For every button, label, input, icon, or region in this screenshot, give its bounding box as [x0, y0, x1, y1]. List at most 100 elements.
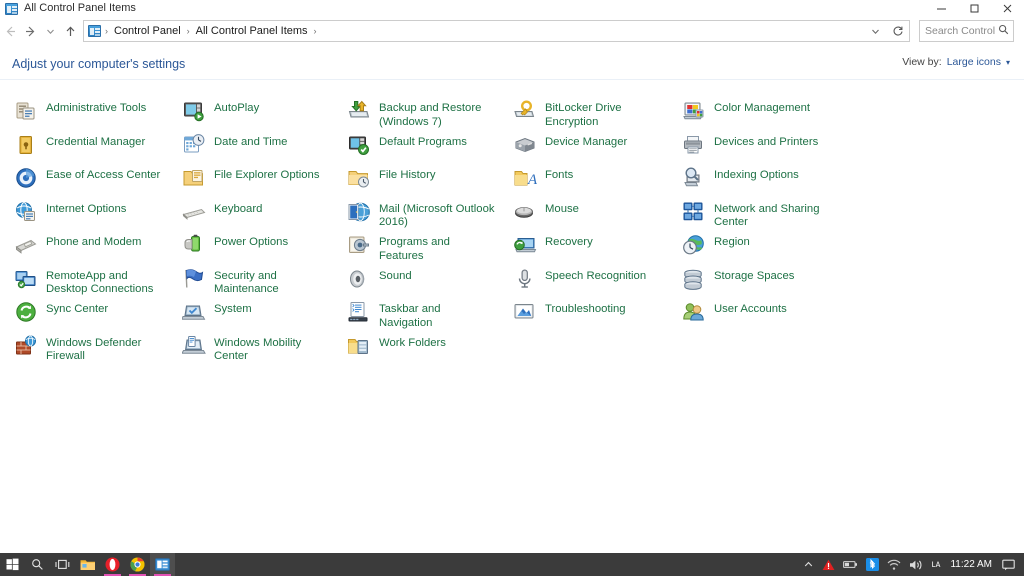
address-bar[interactable]: › Control Panel › All Control Panel Item… — [83, 20, 887, 42]
control-panel-item-ease-of-access-center[interactable]: Ease of Access Center — [0, 167, 170, 201]
wifi-icon[interactable] — [883, 553, 905, 576]
breadcrumb-control-panel[interactable]: Control Panel — [112, 21, 183, 41]
default-programs-icon — [347, 133, 371, 157]
control-panel-item-label: Mouse — [545, 202, 579, 215]
tray-overflow-button[interactable] — [799, 553, 818, 576]
troubleshooting-icon — [513, 300, 537, 324]
control-panel-item-security-and-maintenance[interactable]: Security and Maintenance — [168, 268, 338, 302]
control-panel-item-autoplay[interactable]: AutoPlay — [168, 100, 338, 134]
control-panel-item-power-options[interactable]: Power Options — [168, 234, 338, 268]
control-panel-item-taskbar-and-navigation[interactable]: Taskbar and Navigation — [333, 301, 503, 335]
control-panel-item-label: Indexing Options — [714, 169, 799, 181]
control-panel-item-system[interactable]: System — [168, 301, 338, 335]
control-panel-item-remoteapp-and-desktop-connections[interactable]: RemoteApp and Desktop Connections — [0, 268, 170, 302]
control-panel-item-label: Storage Spaces — [714, 269, 795, 282]
chevron-down-icon[interactable]: ▾ — [1006, 58, 1010, 67]
keyboard-icon — [182, 200, 206, 224]
file-explorer-options-icon — [182, 166, 206, 190]
breadcrumb-all-control-panel-items[interactable]: All Control Panel Items — [194, 21, 310, 41]
control-panel-item-programs-and-features[interactable]: Programs and Features — [333, 234, 503, 268]
control-panel-item-backup-and-restore-windows-7[interactable]: Backup and Restore (Windows 7) — [333, 100, 503, 134]
refresh-button[interactable] — [886, 20, 910, 42]
clock[interactable]: 11:22 AM — [944, 553, 998, 576]
control-panel-item-label: Work Folders — [379, 336, 446, 349]
control-panel-item-file-history[interactable]: File History — [333, 167, 503, 201]
volume-icon[interactable] — [905, 553, 927, 576]
search-input[interactable]: Search Control Panel — [919, 20, 1014, 42]
mail-icon — [347, 200, 371, 224]
control-panel-item-label: Sync Center — [46, 303, 109, 315]
control-panel-item-label: Speech Recognition — [545, 269, 647, 282]
control-panel-item-windows-mobility-center[interactable]: Windows Mobility Center — [168, 335, 338, 369]
control-panel-item-internet-options[interactable]: Internet Options — [0, 201, 170, 235]
search-placeholder: Search Control Panel — [925, 25, 998, 37]
file-explorer-button[interactable] — [75, 553, 100, 576]
control-panel-item-label: Color Management — [714, 102, 811, 114]
chrome-button[interactable] — [125, 553, 150, 576]
control-panel-item-recovery[interactable]: Recovery — [499, 234, 669, 268]
control-panel-item-speech-recognition[interactable]: Speech Recognition — [499, 268, 669, 302]
control-panel-item-region[interactable]: Region — [668, 234, 838, 268]
bluetooth-icon[interactable] — [862, 553, 883, 576]
control-panel-item-indexing-options[interactable]: Indexing Options — [668, 167, 838, 201]
control-panel-item-label: Internet Options — [46, 202, 127, 215]
control-panel-item-date-and-time[interactable]: Date and Time — [168, 133, 338, 168]
control-panel-item-bitlocker-drive-encryption[interactable]: BitLocker Drive Encryption — [499, 100, 669, 134]
control-panel-icon — [88, 25, 101, 37]
control-panel-item-color-management[interactable]: Color Management — [668, 100, 838, 134]
view-by-control[interactable]: View by: Large icons ▾ — [902, 56, 1010, 68]
control-panel-item-sync-center[interactable]: Sync Center — [0, 301, 170, 335]
control-panel-item-devices-and-printers[interactable]: Devices and Printers — [668, 134, 838, 168]
control-panel-item-fonts[interactable]: A Fonts — [499, 167, 669, 201]
control-panel-item-administrative-tools[interactable]: Administrative Tools — [0, 100, 170, 134]
start-button[interactable] — [0, 553, 25, 576]
windows-taskbar: ʟᴀ 11:22 AM — [0, 553, 1024, 576]
maximize-button[interactable] — [958, 0, 991, 17]
control-panel-item-user-accounts[interactable]: User Accounts — [668, 301, 838, 335]
chevron-down-icon[interactable] — [864, 21, 886, 41]
control-panel-item-windows-defender-firewall[interactable]: Windows Defender Firewall — [0, 335, 170, 369]
control-panel-item-troubleshooting[interactable]: Troubleshooting — [499, 301, 669, 335]
breadcrumb-separator[interactable]: › — [310, 21, 321, 41]
taskbar-and-navigation-icon — [347, 300, 371, 324]
control-panel-item-label: Windows Defender Firewall — [46, 336, 142, 363]
control-panel-item-credential-manager[interactable]: Credential Manager — [0, 134, 170, 168]
control-panel-item-mail-microsoft-outlook-2016[interactable]: Mail (Microsoft Outlook 2016) — [333, 201, 503, 235]
date-and-time-icon — [182, 133, 206, 157]
control-panel-item-file-explorer-options[interactable]: File Explorer Options — [168, 167, 338, 201]
close-button[interactable] — [991, 0, 1024, 17]
control-panel-item-sound[interactable]: Sound — [333, 268, 503, 302]
control-panel-item-label: Security and Maintenance — [214, 269, 279, 296]
back-button[interactable] — [0, 20, 20, 42]
control-panel-item-label: Troubleshooting — [545, 303, 626, 315]
warning-icon[interactable] — [818, 553, 839, 576]
control-panel-item-work-folders[interactable]: Work Folders — [333, 335, 503, 369]
control-panel-item-label: User Accounts — [714, 303, 787, 315]
forward-button[interactable] — [20, 20, 40, 42]
input-indicator[interactable]: ʟᴀ — [927, 553, 944, 576]
control-panel-item-device-manager[interactable]: Device Manager — [499, 134, 669, 168]
opera-button[interactable] — [100, 553, 125, 576]
action-center-icon[interactable] — [998, 553, 1022, 576]
battery-icon[interactable] — [839, 553, 862, 576]
control-panel-item-label: Date and Time — [214, 135, 288, 148]
search-button[interactable] — [25, 553, 50, 576]
view-by-value[interactable]: Large icons — [947, 56, 1001, 68]
search-icon[interactable] — [998, 24, 1009, 38]
control-panel-item-storage-spaces[interactable]: Storage Spaces — [668, 268, 838, 302]
up-button[interactable] — [60, 20, 80, 42]
recovery-icon — [513, 233, 537, 257]
task-view-button[interactable] — [50, 553, 75, 576]
breadcrumb-separator: › — [105, 26, 108, 36]
control-panel-button[interactable] — [150, 553, 175, 576]
minimize-button[interactable] — [925, 0, 958, 17]
recent-locations-button[interactable] — [40, 20, 60, 42]
control-panel-item-network-and-sharing-center[interactable]: Network and Sharing Center — [668, 201, 838, 235]
control-panel-item-phone-and-modem[interactable]: Phone and Modem — [0, 234, 170, 268]
control-panel-item-default-programs[interactable]: Default Programs — [333, 134, 503, 168]
control-panel-item-keyboard[interactable]: Keyboard — [168, 201, 338, 235]
control-panel-item-label: System — [214, 303, 252, 315]
control-panel-item-mouse[interactable]: Mouse — [499, 201, 669, 235]
ease-of-access-center-icon — [14, 166, 38, 190]
work-folders-icon — [347, 334, 371, 358]
